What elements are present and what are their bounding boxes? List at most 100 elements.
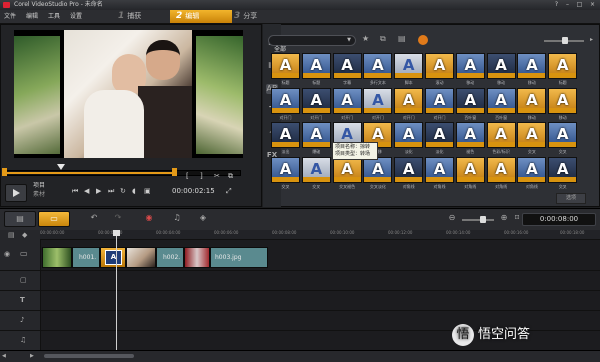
add-to-favorites-icon[interactable]: ★	[362, 34, 369, 44]
minimize-button[interactable]: –	[563, 1, 572, 9]
transition-thumbnail[interactable]: A	[271, 53, 300, 79]
clip-h001[interactable]: h001.	[72, 247, 100, 268]
timeline-timecode[interactable]: 0:00:08:00	[522, 213, 596, 226]
transition-thumbnail[interactable]: A	[517, 53, 547, 79]
maximize-button[interactable]: □	[575, 1, 584, 9]
transition-thumbnail[interactable]: A	[425, 157, 454, 183]
menu-settings[interactable]: 设置	[70, 10, 82, 23]
options-button[interactable]: 选项	[556, 193, 586, 204]
transition-thumbnail[interactable]: A	[271, 157, 300, 183]
zoom-slider-thumb[interactable]	[480, 216, 486, 223]
help-button[interactable]: ?	[552, 1, 561, 9]
transition-thumbnail[interactable]: A	[332, 53, 362, 79]
copy-icon[interactable]: ⧉	[228, 171, 233, 181]
transition-thumbnail[interactable]: A	[394, 53, 424, 79]
next-frame-icon[interactable]: ▶	[96, 186, 101, 196]
timeline-ruler[interactable]: 00:00:00:00 00:00:02:00 00:00:04:00 00:0…	[40, 230, 600, 240]
transition-thumbnail[interactable]: A	[517, 88, 547, 114]
transition-thumbnail[interactable]: A	[486, 53, 516, 79]
clip-h003-thumbnail[interactable]	[184, 247, 210, 268]
track-manager-icon[interactable]: ▤	[8, 230, 15, 240]
transition-thumbnail[interactable]: A	[548, 88, 578, 114]
menu-tools[interactable]: 工具	[48, 10, 60, 23]
transition-thumbnail[interactable]: A	[394, 88, 424, 114]
clip-h001-thumbnail[interactable]	[42, 247, 72, 268]
close-button[interactable]: ×	[588, 1, 597, 9]
playhead[interactable]	[116, 230, 117, 361]
transition-thumbnail[interactable]: A	[455, 122, 485, 148]
transition-thumbnail[interactable]: A	[517, 122, 547, 148]
play-button[interactable]	[5, 184, 27, 202]
transition-thumbnail[interactable]: A	[425, 88, 454, 114]
undo-icon[interactable]: ↶	[88, 212, 100, 224]
transition-thumbnail[interactable]: A	[486, 157, 516, 183]
transition-thumbnail[interactable]: A	[425, 122, 454, 148]
prev-frame-icon[interactable]: ◀	[84, 186, 89, 196]
volume-icon[interactable]: ◖	[132, 186, 136, 196]
record-capture-icon[interactable]: ◉	[142, 212, 156, 224]
transition-thumbnail[interactable]: A	[301, 122, 331, 148]
transition-thumbnail[interactable]: A	[548, 122, 578, 148]
transition-thumbnail[interactable]: A	[455, 88, 485, 114]
get-more-icon[interactable]	[418, 35, 428, 45]
transition-thumbnail[interactable]: A	[363, 157, 393, 183]
apply-current-icon[interactable]: ▤	[398, 34, 406, 44]
end-icon[interactable]: ⏭	[108, 186, 114, 196]
transition-thumbnail[interactable]: A	[301, 53, 331, 79]
transition-thumbnail[interactable]: A	[455, 53, 485, 79]
mark-out-button[interactable]: ]	[200, 171, 203, 181]
redo-icon[interactable]: ↷	[112, 212, 124, 224]
preview-video[interactable]	[14, 30, 243, 158]
home-icon[interactable]: ⏮	[72, 186, 78, 196]
sound-mixer-icon[interactable]: ♫	[170, 212, 184, 224]
track-visibility-icon[interactable]: ◉	[4, 248, 10, 260]
zoom-slider[interactable]	[462, 219, 494, 221]
hd-icon[interactable]: ▣	[144, 186, 151, 196]
step-capture[interactable]: 1 捕获	[112, 10, 174, 23]
transition-thumbnail[interactable]: A	[548, 157, 578, 183]
transition-thumbnail[interactable]: A	[394, 122, 424, 148]
transition-thumbnail[interactable]: A	[455, 157, 485, 183]
preview-timecode[interactable]: 00:00:02:15	[172, 186, 215, 196]
transition-thumbnail[interactable]: A	[425, 53, 454, 79]
trim-start-handle[interactable]	[2, 168, 7, 176]
clip-h002-thumbnail[interactable]	[126, 247, 156, 268]
zoom-out-icon[interactable]: ⊖	[446, 212, 458, 224]
auto-music-icon[interactable]: ◈	[196, 212, 210, 224]
transition-thumbnail[interactable]: A	[486, 88, 516, 114]
zoom-in-icon[interactable]: ⊕	[498, 212, 510, 224]
menu-edit[interactable]: 编辑	[26, 10, 38, 23]
mark-in-button[interactable]: [	[186, 171, 189, 181]
transition-thumbnail[interactable]: A	[548, 53, 578, 79]
transition-thumbnail[interactable]: A	[332, 157, 362, 183]
scrubber-marker[interactable]	[57, 164, 65, 170]
fit-project-icon[interactable]: ⊡	[512, 212, 522, 224]
transition-thumbnail[interactable]: A	[363, 88, 393, 114]
menu-file[interactable]: 文件	[4, 10, 16, 23]
timeline-scrollbar[interactable]: ◀ ▶	[0, 350, 600, 362]
trim-end-handle[interactable]	[172, 168, 177, 176]
mode-clip[interactable]: 素材	[33, 190, 45, 200]
scroll-right-icon[interactable]: ▶	[30, 351, 34, 361]
transition-thumbnail[interactable]: A	[517, 157, 547, 183]
apply-random-icon[interactable]: ⧉	[380, 34, 386, 44]
fullscreen-icon[interactable]: ⤢	[226, 186, 232, 196]
repeat-icon[interactable]: ↻	[120, 186, 126, 196]
chapter-point-icon[interactable]: ◆	[22, 230, 27, 240]
playhead-handle[interactable]	[113, 230, 120, 236]
transition-clip[interactable]: A	[100, 247, 126, 268]
step-share[interactable]: 3 分享	[228, 10, 290, 23]
transition-thumbnail[interactable]: A	[486, 122, 516, 148]
scroll-left-icon[interactable]: ◀	[2, 351, 6, 361]
transition-thumbnail[interactable]: A	[332, 88, 362, 114]
timeline-view-button[interactable]: ▭	[38, 211, 70, 227]
transition-thumbnail[interactable]: A	[301, 157, 331, 183]
transition-thumbnail[interactable]: A	[301, 88, 331, 114]
slider-thumb[interactable]	[562, 37, 568, 44]
step-edit[interactable]: 2 编辑	[170, 10, 232, 23]
transition-thumbnail[interactable]: A	[271, 88, 300, 114]
transition-thumbnail[interactable]: A	[363, 53, 393, 79]
split-clip-icon[interactable]: ✂	[214, 171, 220, 181]
storyboard-view-button[interactable]: ▤	[4, 211, 36, 227]
category-dropdown[interactable]: 全部 ▼	[268, 35, 356, 53]
